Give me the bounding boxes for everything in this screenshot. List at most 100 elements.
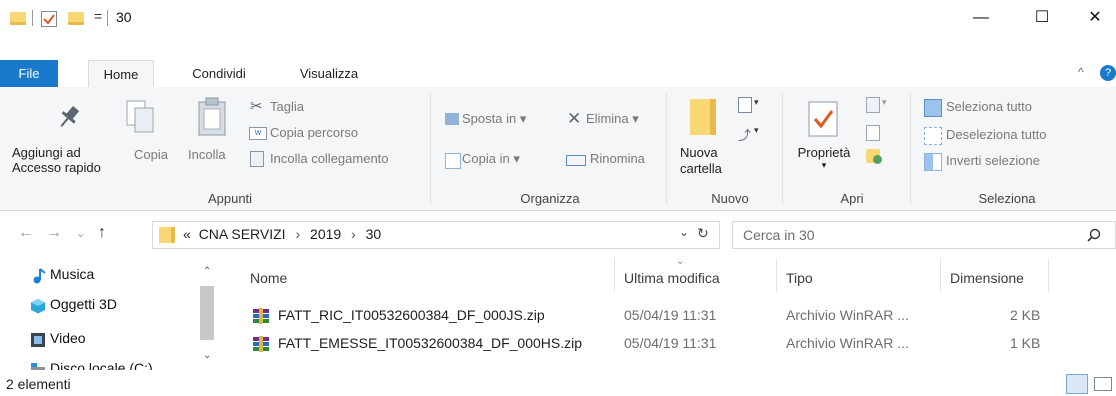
search-input[interactable]: Cerca in 30 <box>743 227 815 243</box>
nav-item-label: Disco locale (C:) <box>50 360 153 370</box>
file-name: FATT_EMESSE_IT00532600384_DF_000HS.zip <box>278 335 583 351</box>
copy-to-icon <box>445 153 461 169</box>
nav-item-label: Oggetti 3D <box>50 296 117 312</box>
new-folder-label-2: cartella <box>680 161 722 176</box>
paste-icon <box>198 97 226 136</box>
group-separator <box>666 93 667 205</box>
nav-item-oggetti-3d[interactable]: Oggetti 3D <box>31 296 190 314</box>
column-header-ultima-modifica[interactable]: Ultima modifica <box>624 262 720 294</box>
maximize-button[interactable]: ☐ <box>1019 0 1065 36</box>
help-icon[interactable]: ? <box>1100 65 1116 81</box>
nav-item-disco-locale[interactable]: Disco locale (C:) <box>31 360 190 370</box>
open-icon[interactable] <box>866 97 880 113</box>
file-modified: 05/04/19 11:31 <box>624 335 717 351</box>
select-all-button[interactable]: Seleziona tutto <box>946 99 1032 114</box>
nav-item-label: Musica <box>50 266 95 282</box>
ribbon-tabs: File Home Condividi Visualizza ^ ? <box>0 60 1116 89</box>
edit-icon[interactable] <box>866 125 880 141</box>
properties-icon <box>808 101 838 137</box>
table-row[interactable]: FATT_RIC_IT00532600384_DF_000JS.zip 05/0… <box>244 304 1094 328</box>
column-header-nome[interactable]: Nome <box>250 262 287 294</box>
cut-button[interactable]: Taglia <box>270 99 304 114</box>
recent-locations-chevron-icon[interactable]: ⌄ <box>76 227 85 240</box>
new-item-icon[interactable] <box>738 97 752 113</box>
pin-quick-access-button[interactable]: Aggiungi ad Accesso rapido <box>12 145 101 175</box>
column-header-dimensione[interactable]: Dimensione <box>950 262 1024 294</box>
drive-icon <box>31 363 45 370</box>
nav-item-video[interactable]: Video <box>31 330 190 347</box>
address-dropdown-icon[interactable]: ⌄ <box>679 225 689 239</box>
chevron-down-icon: ▾ <box>754 97 759 107</box>
cut-icon: ✂ <box>250 98 263 115</box>
properties-quick-icon[interactable] <box>41 11 57 27</box>
refresh-icon[interactable]: ↻ <box>697 225 709 242</box>
history-badge-icon <box>873 155 882 164</box>
select-none-icon <box>924 127 942 145</box>
properties-button[interactable]: Proprietà ▾ <box>792 145 856 171</box>
breadcrumb-30[interactable]: 30 <box>366 226 382 242</box>
file-size: 2 KB <box>1010 307 1041 323</box>
up-arrow-icon[interactable]: ↑ <box>98 224 106 242</box>
copy-button[interactable]: Copia <box>134 147 168 162</box>
search-icon[interactable] <box>1087 228 1101 242</box>
rename-button[interactable]: Rinomina <box>590 151 645 166</box>
navigation-pane: Musica Oggetti 3D Video Disco locale (C:… <box>0 258 218 370</box>
new-folder-button[interactable]: Nuova cartella <box>680 145 722 177</box>
easy-access-icon[interactable]: ⤴ <box>738 125 751 144</box>
quick-access-dropdown[interactable]: = <box>94 8 102 24</box>
close-button[interactable]: ✕ <box>1072 0 1116 36</box>
nav-scrollbar[interactable]: ⌃ ⌄ <box>198 258 216 370</box>
tab-condividi[interactable]: Condividi <box>178 60 260 87</box>
group-separator <box>910 93 911 205</box>
details-view-icon[interactable] <box>1066 374 1088 394</box>
tab-visualizza[interactable]: Visualizza <box>284 60 374 87</box>
copy-to-button[interactable]: Copia in ▾ <box>462 151 520 167</box>
tab-home[interactable]: Home <box>88 60 154 89</box>
group-label-organizza: Organizza <box>520 191 580 206</box>
new-folder-quick-icon[interactable] <box>68 12 84 25</box>
copy-to-label: Copia in <box>462 151 510 166</box>
collapse-ribbon-icon[interactable]: ^ <box>1078 65 1084 79</box>
paste-link-button[interactable]: Incolla collegamento <box>270 151 389 166</box>
breadcrumb-separator[interactable]: › <box>351 226 356 242</box>
scroll-up-icon[interactable]: ⌃ <box>203 266 211 277</box>
address-bar[interactable]: « CNA SERVIZI › 2019 › 30 ⌄ ↻ <box>152 221 720 249</box>
copy-path-button[interactable]: Copia percorso <box>270 125 358 140</box>
new-folder-icon <box>690 99 716 135</box>
properties-label: Proprietà <box>797 145 851 160</box>
table-row[interactable]: FATT_EMESSE_IT00532600384_DF_000HS.zip 0… <box>244 332 1094 356</box>
new-folder-label-1: Nuova <box>680 145 718 160</box>
invert-selection-icon <box>924 153 942 171</box>
search-box[interactable]: Cerca in 30 <box>732 221 1116 249</box>
select-none-button[interactable]: Deseleziona tutto <box>946 127 1046 142</box>
file-type: Archivio WinRAR ... <box>786 335 909 351</box>
item-count: 2 elementi <box>6 376 71 392</box>
breadcrumb-separator[interactable]: › <box>295 226 300 242</box>
breadcrumb-overflow[interactable]: « <box>183 226 191 242</box>
cube-3d-icon <box>31 299 45 314</box>
back-arrow-icon[interactable]: ← <box>18 224 34 242</box>
large-icons-view-icon[interactable] <box>1094 377 1112 391</box>
file-type: Archivio WinRAR ... <box>786 307 909 323</box>
title-bar: = 30 — ☐ ✕ <box>0 0 1116 36</box>
column-separator[interactable] <box>1048 258 1049 292</box>
paste-button[interactable]: Incolla <box>188 147 226 162</box>
invert-selection-button[interactable]: Inverti selezione <box>946 153 1040 168</box>
scroll-down-icon[interactable]: ⌄ <box>203 350 211 361</box>
column-separator[interactable] <box>614 258 615 292</box>
column-separator[interactable] <box>776 258 777 292</box>
column-header-tipo[interactable]: Tipo <box>786 262 813 294</box>
forward-arrow-icon[interactable]: → <box>46 224 62 242</box>
group-separator <box>782 93 783 205</box>
tab-file[interactable]: File <box>0 60 58 87</box>
breadcrumb-2019[interactable]: 2019 <box>310 226 341 242</box>
breadcrumb-cna-servizi[interactable]: CNA SERVIZI <box>199 226 286 242</box>
group-label-seleziona: Seleziona <box>978 191 1036 206</box>
nav-item-musica[interactable]: Musica <box>33 266 190 284</box>
minimize-button[interactable]: — <box>958 0 1004 36</box>
delete-button[interactable]: Elimina ▾ <box>586 111 639 127</box>
column-separator[interactable] <box>940 258 941 292</box>
scrollbar-thumb[interactable] <box>200 286 214 340</box>
ribbon: Aggiungi ad Accesso rapido Copia Incolla… <box>0 87 1116 211</box>
move-to-button[interactable]: Sposta in ▾ <box>462 111 526 127</box>
